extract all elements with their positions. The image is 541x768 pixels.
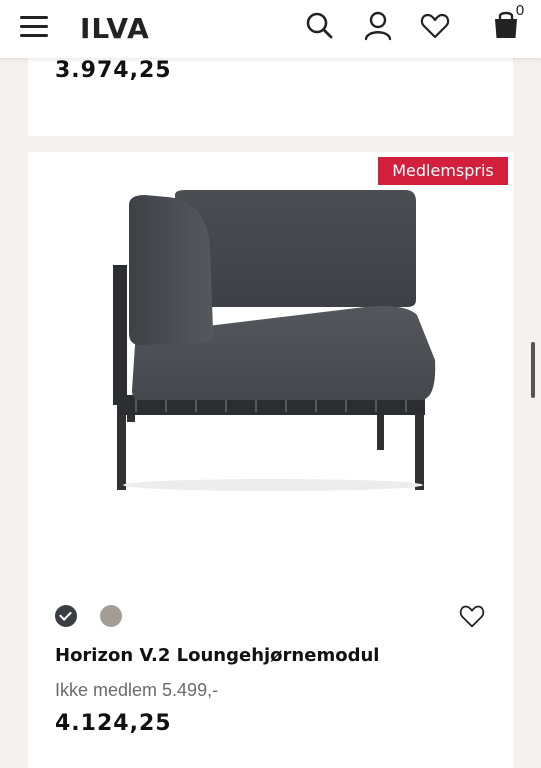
add-to-wishlist-icon[interactable] (458, 603, 486, 629)
color-swatch-beige[interactable] (100, 605, 122, 627)
previous-product-price: 3.974,25 (55, 58, 172, 83)
menu-icon[interactable] (20, 15, 48, 39)
search-icon[interactable] (303, 10, 335, 42)
member-price-badge: Medlemspris (378, 157, 508, 185)
color-swatch-dark-grey[interactable] (55, 605, 77, 627)
product-name[interactable]: Horizon V.2 Loungehjørnemodul (55, 645, 379, 666)
top-header: ILVA 0 (0, 0, 541, 58)
scrollbar[interactable] (531, 342, 535, 398)
wishlist-icon[interactable] (419, 10, 451, 42)
cart-count-badge: 0 (515, 2, 525, 19)
non-member-price: Ikke medlem 5.499,- (55, 680, 219, 700)
brand-logo[interactable]: ILVA (80, 12, 150, 45)
product-image[interactable] (105, 185, 440, 495)
user-icon[interactable] (362, 10, 394, 42)
member-price: 4.124,25 (55, 711, 172, 736)
